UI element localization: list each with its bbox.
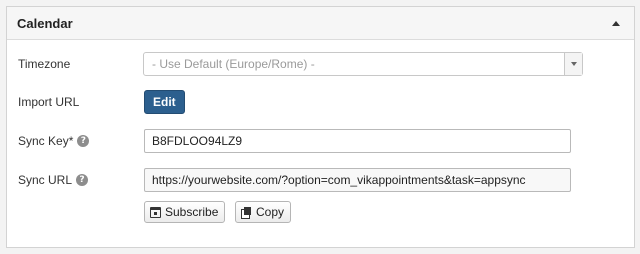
help-icon[interactable]: ? (76, 174, 89, 186)
subscribe-button[interactable]: Subscribe (144, 201, 226, 223)
sync-key-row: Sync Key* ? B8FDLOO94LZ9 (7, 129, 634, 155)
import-url-label: Import URL (18, 95, 80, 109)
timezone-label: Timezone (18, 57, 71, 71)
sync-key-label: Sync Key* ? (18, 134, 90, 148)
caret-up-icon[interactable] (612, 20, 620, 26)
chevron-down-icon[interactable] (564, 53, 582, 75)
sync-url-label: Sync URL ? (18, 173, 89, 187)
panel-header[interactable]: Calendar (7, 7, 634, 40)
sync-url-input[interactable]: https://yourwebsite.com/?option=com_vika… (144, 168, 571, 192)
sync-key-input[interactable]: B8FDLOO94LZ9 (144, 129, 571, 153)
sync-url-row: Sync URL ? https://yourwebsite.com/?opti… (7, 168, 634, 194)
timezone-row: Timezone - Use Default (Europe/Rome) - (7, 52, 634, 78)
copy-icon (241, 206, 252, 219)
calendar-plus-icon (150, 206, 161, 218)
import-url-row: Import URL Edit (7, 90, 634, 116)
timezone-select[interactable]: - Use Default (Europe/Rome) - (143, 52, 583, 76)
calendar-panel: Calendar Timezone - Use Default (Europe/… (6, 6, 635, 248)
copy-button[interactable]: Copy (235, 201, 292, 223)
panel-title: Calendar (17, 15, 73, 31)
sync-url-actions: Subscribe Copy (7, 201, 634, 225)
timezone-selected-value: - Use Default (Europe/Rome) - (152, 57, 315, 71)
help-icon[interactable]: ? (77, 135, 90, 147)
edit-button[interactable]: Edit (144, 90, 185, 114)
